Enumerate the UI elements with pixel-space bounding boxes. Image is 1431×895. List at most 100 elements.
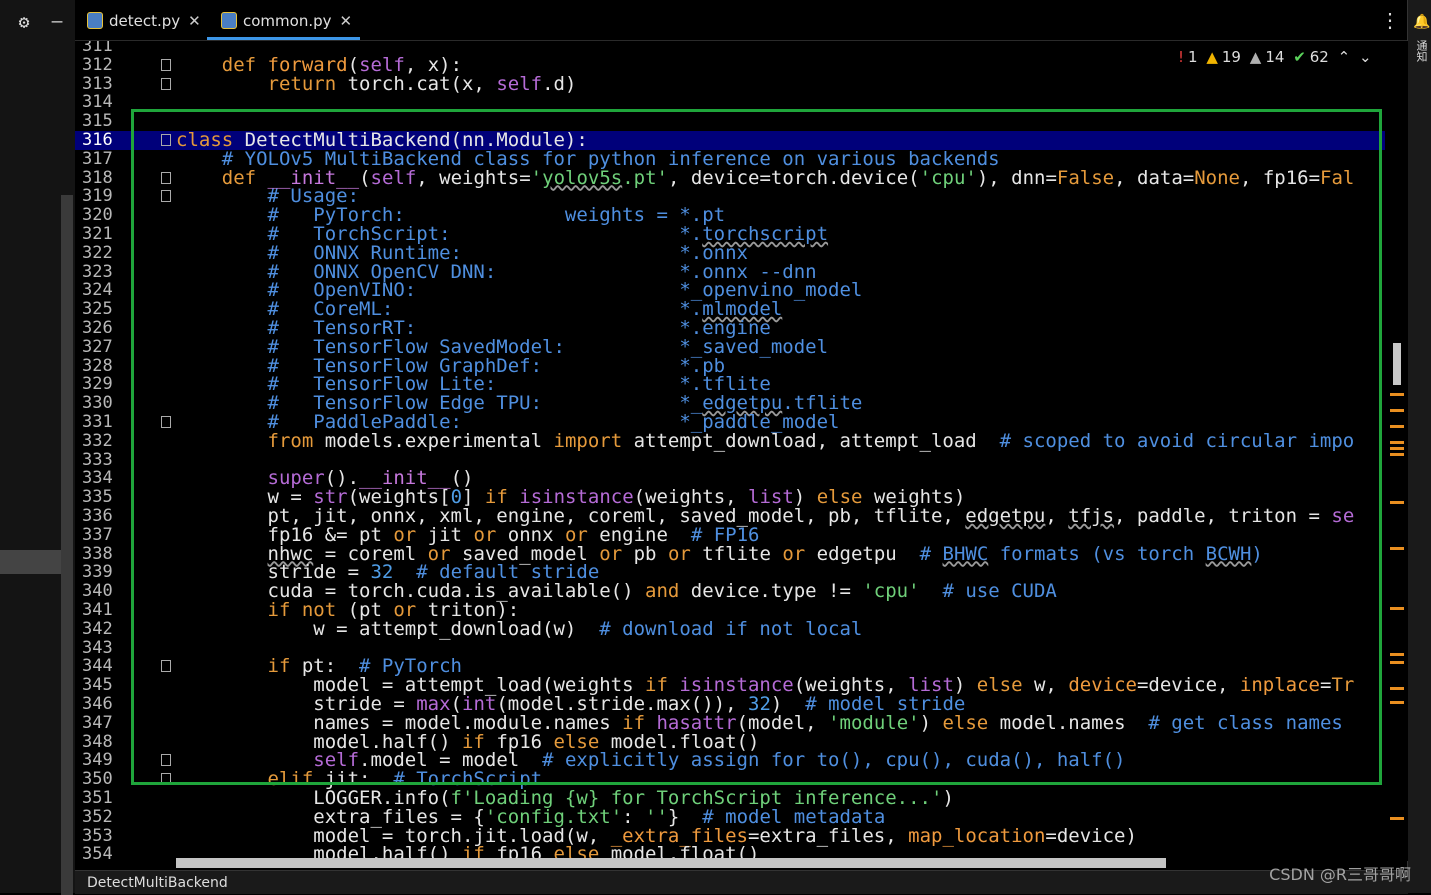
line-number[interactable]: 317 xyxy=(82,149,132,169)
tab-detect-py[interactable]: detect.py ✕ xyxy=(87,6,201,36)
error-stripe-mark[interactable] xyxy=(1390,441,1404,444)
line-number[interactable]: 336 xyxy=(82,507,132,526)
line-number[interactable]: 346 xyxy=(82,695,132,714)
line-number[interactable]: 327 xyxy=(82,337,132,357)
line-number[interactable]: 325 xyxy=(82,300,132,319)
fold-marker-icon[interactable] xyxy=(161,171,171,184)
notifications-label[interactable]: 通知 xyxy=(1413,40,1429,62)
fold-marker-icon[interactable] xyxy=(161,773,171,786)
line-number[interactable]: 337 xyxy=(82,525,132,545)
error-stripe-mark[interactable] xyxy=(1390,701,1404,704)
code-text[interactable]: w = attempt_download(w) # download if no… xyxy=(176,619,862,639)
panel-scrollbar[interactable] xyxy=(61,195,73,895)
next-highlight-icon[interactable]: ⌄ xyxy=(1359,48,1372,66)
code-text[interactable]: return torch.cat(x, self.d) xyxy=(176,74,577,94)
bell-icon[interactable]: 🔔 xyxy=(1413,14,1430,30)
fold-marker-icon[interactable] xyxy=(161,134,171,146)
line-number[interactable]: 349 xyxy=(82,751,132,770)
line-number[interactable]: 321 xyxy=(82,225,132,244)
code-text[interactable]: extra_files = {'config.txt': ''} # model… xyxy=(176,807,885,827)
code-editor[interactable]: 311 312 def forward(self, x): 313 return t… xyxy=(75,41,1385,861)
tab-common-py[interactable]: common.py ✕ xyxy=(207,6,361,40)
warning-count: 19 xyxy=(1221,48,1241,66)
line-number[interactable]: 329 xyxy=(82,375,132,394)
line-number[interactable]: 342 xyxy=(82,619,132,639)
line-number[interactable]: 323 xyxy=(82,262,132,282)
line-number[interactable]: 326 xyxy=(82,319,132,338)
more-options-icon[interactable]: ⋮ xyxy=(1380,8,1400,32)
error-stripe-mark[interactable] xyxy=(1390,425,1404,428)
gear-icon[interactable]: ⚙ xyxy=(6,10,42,36)
error-stripe-mark[interactable] xyxy=(1390,393,1404,396)
line-number[interactable]: 332 xyxy=(82,431,132,451)
line-number[interactable]: 347 xyxy=(82,713,132,733)
line-number[interactable]: 340 xyxy=(82,582,132,601)
minimize-icon[interactable]: — xyxy=(44,10,70,36)
error-stripe-mark[interactable] xyxy=(1390,661,1404,664)
code-line[interactable]: 314 xyxy=(75,93,1385,112)
inspection-widget[interactable]: ! 1 ▲ 19 ▲ 14 ✔ 62 ⌃ ⌄ xyxy=(1178,48,1376,66)
line-number[interactable]: 318 xyxy=(82,168,132,188)
code-line[interactable]: 342 w = attempt_download(w) # download i… xyxy=(75,619,1385,639)
code-line[interactable]: 347 names = model.module.names if hasatt… xyxy=(75,713,1385,733)
scrollbar-thumb[interactable] xyxy=(1393,343,1401,385)
fold-marker-icon[interactable] xyxy=(161,58,171,71)
error-stripe-mark[interactable] xyxy=(1390,607,1404,610)
line-number[interactable]: 312 xyxy=(82,55,132,75)
previous-highlight-icon[interactable]: ⌃ xyxy=(1338,48,1351,66)
horizontal-scrollbar[interactable] xyxy=(176,858,1166,868)
error-stripe-mark[interactable] xyxy=(1390,817,1404,820)
code-line[interactable]: 313 return torch.cat(x, self.d) xyxy=(75,74,1385,94)
line-number[interactable]: 341 xyxy=(82,601,132,620)
fold-marker-icon[interactable] xyxy=(161,77,171,90)
line-number[interactable]: 333 xyxy=(82,450,132,470)
error-stripe-mark[interactable] xyxy=(1390,547,1404,550)
line-number[interactable]: 331 xyxy=(82,413,132,432)
fold-marker-icon[interactable] xyxy=(161,416,171,428)
line-number[interactable]: 311 xyxy=(82,41,132,56)
line-number[interactable]: 328 xyxy=(82,356,132,376)
editor-tab-bar: detect.py ✕ common.py ✕ ⋮ xyxy=(75,0,1408,41)
line-number[interactable]: 324 xyxy=(82,281,132,300)
line-number[interactable]: 350 xyxy=(82,770,132,789)
line-number[interactable]: 330 xyxy=(82,394,132,413)
line-number[interactable]: 319 xyxy=(82,187,132,206)
code-text[interactable]: from models.experimental import attempt_… xyxy=(176,431,1355,451)
close-icon[interactable]: ✕ xyxy=(340,12,353,30)
line-number[interactable]: 352 xyxy=(82,807,132,827)
error-stripe-mark[interactable] xyxy=(1390,453,1404,456)
fold-marker-icon[interactable] xyxy=(161,190,171,203)
line-number[interactable]: 322 xyxy=(82,243,132,263)
error-stripe-mark[interactable] xyxy=(1390,501,1404,504)
line-number[interactable]: 314 xyxy=(82,93,132,112)
line-number[interactable]: 338 xyxy=(82,544,132,564)
line-number[interactable]: 343 xyxy=(82,638,132,658)
line-number[interactable]: 313 xyxy=(82,74,132,94)
line-number[interactable]: 353 xyxy=(82,826,132,846)
fold-marker-icon[interactable] xyxy=(161,660,171,673)
fold-marker-icon[interactable] xyxy=(161,754,171,767)
line-number[interactable]: 315 xyxy=(82,112,132,131)
ok-count: 62 xyxy=(1309,48,1329,66)
line-number[interactable]: 354 xyxy=(82,845,132,861)
line-number[interactable]: 335 xyxy=(82,488,132,507)
error-stripe-mark[interactable] xyxy=(1390,653,1404,656)
breadcrumb[interactable]: DetectMultiBackend xyxy=(87,875,228,891)
error-stripe-mark[interactable] xyxy=(1390,447,1404,450)
vertical-scrollbar[interactable] xyxy=(1386,41,1408,861)
line-number[interactable]: 344 xyxy=(82,657,132,676)
close-icon[interactable]: ✕ xyxy=(188,12,201,30)
project-panel: ⚙ — xyxy=(0,0,75,895)
error-stripe-mark[interactable] xyxy=(1390,409,1404,412)
line-number[interactable]: 339 xyxy=(82,563,132,582)
code-line[interactable]: 332 from models.experimental import atte… xyxy=(75,431,1385,451)
line-number[interactable]: 316 xyxy=(82,131,132,150)
code-text[interactable]: names = model.module.names if hasattr(mo… xyxy=(176,713,1343,733)
line-number[interactable]: 351 xyxy=(82,789,132,808)
line-number[interactable]: 348 xyxy=(82,732,132,752)
panel-selected-item[interactable] xyxy=(0,550,61,574)
line-number[interactable]: 334 xyxy=(82,469,132,488)
line-number[interactable]: 345 xyxy=(82,676,132,695)
line-number[interactable]: 320 xyxy=(82,206,132,225)
error-stripe-mark[interactable] xyxy=(1390,687,1404,690)
